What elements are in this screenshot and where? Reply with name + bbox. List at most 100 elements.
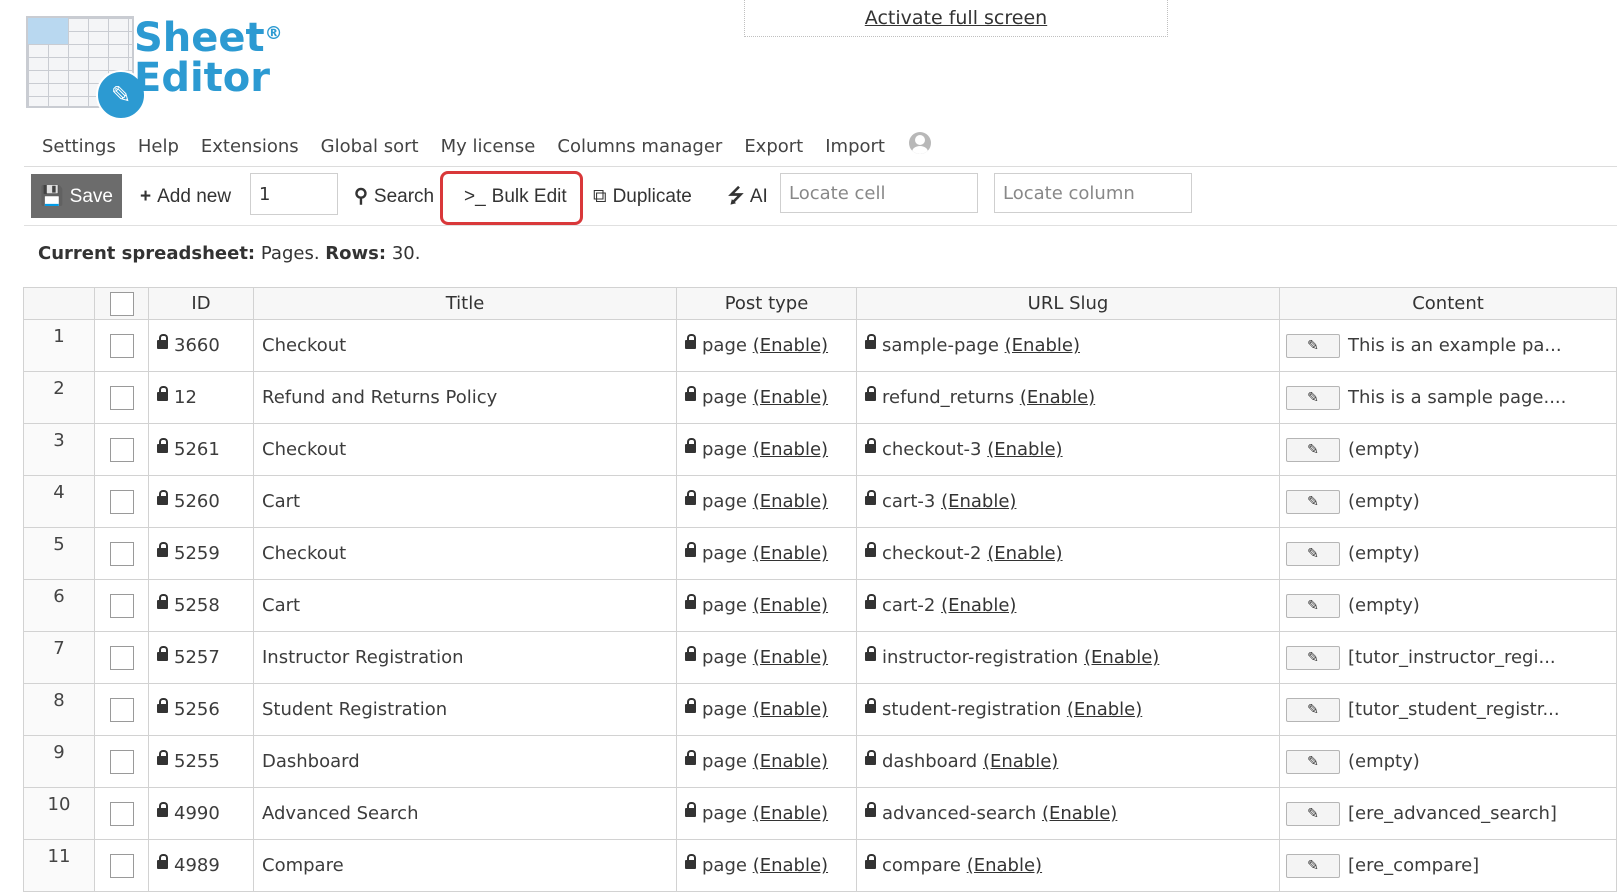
row-checkbox[interactable] xyxy=(109,385,134,410)
title-cell[interactable]: Instructor Registration xyxy=(253,631,677,684)
content-cell[interactable]: ✎ (empty) xyxy=(1279,423,1617,476)
edit-content-button[interactable]: ✎ xyxy=(1286,541,1340,566)
content-cell[interactable]: ✎ [ere_compare] xyxy=(1279,839,1617,892)
post-type-cell[interactable]: page (Enable) xyxy=(676,735,857,788)
content-cell[interactable]: ✎ (empty) xyxy=(1279,579,1617,632)
row-checkbox[interactable] xyxy=(109,489,134,514)
enable-link[interactable]: (Enable) xyxy=(941,491,1016,512)
add-count-input[interactable] xyxy=(250,173,338,215)
id-cell[interactable]: 5261 xyxy=(148,423,254,476)
enable-link[interactable]: (Enable) xyxy=(1020,387,1095,408)
enable-link[interactable]: (Enable) xyxy=(753,335,828,356)
header-id[interactable]: ID xyxy=(148,287,254,320)
title-cell[interactable]: Checkout xyxy=(253,527,677,580)
enable-link[interactable]: (Enable) xyxy=(941,595,1016,616)
id-cell[interactable]: 5259 xyxy=(148,527,254,580)
post-type-cell[interactable]: page (Enable) xyxy=(676,683,857,736)
enable-link[interactable]: (Enable) xyxy=(753,595,828,616)
title-cell[interactable]: Refund and Returns Policy xyxy=(253,371,677,424)
url-slug-cell[interactable]: dashboard (Enable) xyxy=(856,735,1280,788)
edit-content-button[interactable]: ✎ xyxy=(1286,333,1340,358)
edit-content-button[interactable]: ✎ xyxy=(1286,437,1340,462)
title-cell[interactable]: Checkout xyxy=(253,423,677,476)
content-cell[interactable]: ✎ [tutor_student_registr... xyxy=(1279,683,1617,736)
url-slug-cell[interactable]: cart-3 (Enable) xyxy=(856,475,1280,528)
url-slug-cell[interactable]: instructor-registration (Enable) xyxy=(856,631,1280,684)
menu-export[interactable]: Export xyxy=(744,136,803,157)
id-cell[interactable]: 4990 xyxy=(148,787,254,840)
title-cell[interactable]: Checkout xyxy=(253,319,677,372)
content-cell[interactable]: ✎ [tutor_instructor_regi... xyxy=(1279,631,1617,684)
url-slug-cell[interactable]: sample-page (Enable) xyxy=(856,319,1280,372)
enable-link[interactable]: (Enable) xyxy=(983,751,1058,772)
id-cell[interactable]: 5257 xyxy=(148,631,254,684)
content-cell[interactable]: ✎ This is an example pa... xyxy=(1279,319,1617,372)
header-title[interactable]: Title xyxy=(253,287,677,320)
enable-link[interactable]: (Enable) xyxy=(1005,335,1080,356)
title-cell[interactable]: Compare xyxy=(253,839,677,892)
id-cell[interactable]: 5260 xyxy=(148,475,254,528)
enable-link[interactable]: (Enable) xyxy=(987,439,1062,460)
edit-content-button[interactable]: ✎ xyxy=(1286,749,1340,774)
post-type-cell[interactable]: page (Enable) xyxy=(676,631,857,684)
post-type-cell[interactable]: page (Enable) xyxy=(676,527,857,580)
activate-fullscreen-link[interactable]: Activate full screen xyxy=(865,7,1047,29)
duplicate-button[interactable]: ⧉ Duplicate xyxy=(587,174,698,218)
menu-my-license[interactable]: My license xyxy=(441,136,536,157)
user-avatar-icon[interactable] xyxy=(908,132,931,154)
menu-extensions[interactable]: Extensions xyxy=(201,136,299,157)
content-cell[interactable]: ✎ (empty) xyxy=(1279,735,1617,788)
content-cell[interactable]: ✎ (empty) xyxy=(1279,475,1617,528)
enable-link[interactable]: (Enable) xyxy=(987,543,1062,564)
header-post-type[interactable]: Post type xyxy=(676,287,857,320)
enable-link[interactable]: (Enable) xyxy=(753,543,828,564)
enable-link[interactable]: (Enable) xyxy=(1067,699,1142,720)
enable-link[interactable]: (Enable) xyxy=(753,699,828,720)
title-cell[interactable]: Dashboard xyxy=(253,735,677,788)
id-cell[interactable]: 3660 xyxy=(148,319,254,372)
enable-link[interactable]: (Enable) xyxy=(1084,647,1159,668)
select-all-checkbox[interactable] xyxy=(109,291,134,316)
id-cell[interactable]: 12 xyxy=(148,371,254,424)
row-checkbox[interactable] xyxy=(109,437,134,462)
post-type-cell[interactable]: page (Enable) xyxy=(676,579,857,632)
row-checkbox[interactable] xyxy=(109,645,134,670)
title-cell[interactable]: Student Registration xyxy=(253,683,677,736)
edit-content-button[interactable]: ✎ xyxy=(1286,801,1340,826)
post-type-cell[interactable]: page (Enable) xyxy=(676,787,857,840)
enable-link[interactable]: (Enable) xyxy=(753,439,828,460)
menu-settings[interactable]: Settings xyxy=(42,136,116,157)
url-slug-cell[interactable]: checkout-2 (Enable) xyxy=(856,527,1280,580)
row-checkbox[interactable] xyxy=(109,333,134,358)
post-type-cell[interactable]: page (Enable) xyxy=(676,319,857,372)
url-slug-cell[interactable]: compare (Enable) xyxy=(856,839,1280,892)
enable-link[interactable]: (Enable) xyxy=(753,387,828,408)
edit-content-button[interactable]: ✎ xyxy=(1286,593,1340,618)
content-cell[interactable]: ✎ This is a sample page.... xyxy=(1279,371,1617,424)
menu-import[interactable]: Import xyxy=(825,136,885,157)
enable-link[interactable]: (Enable) xyxy=(1042,803,1117,824)
title-cell[interactable]: Cart xyxy=(253,579,677,632)
edit-content-button[interactable]: ✎ xyxy=(1286,385,1340,410)
url-slug-cell[interactable]: student-registration (Enable) xyxy=(856,683,1280,736)
menu-global-sort[interactable]: Global sort xyxy=(321,136,419,157)
title-cell[interactable]: Cart xyxy=(253,475,677,528)
enable-link[interactable]: (Enable) xyxy=(967,855,1042,876)
enable-link[interactable]: (Enable) xyxy=(753,647,828,668)
header-url-slug[interactable]: URL Slug xyxy=(856,287,1280,320)
menu-columns-manager[interactable]: Columns manager xyxy=(557,136,722,157)
edit-content-button[interactable]: ✎ xyxy=(1286,489,1340,514)
post-type-cell[interactable]: page (Enable) xyxy=(676,371,857,424)
row-checkbox[interactable] xyxy=(109,541,134,566)
id-cell[interactable]: 5256 xyxy=(148,683,254,736)
locate-cell-input[interactable]: Locate cell xyxy=(780,173,978,213)
search-button[interactable]: ⚲ Search xyxy=(348,174,440,218)
row-checkbox[interactable] xyxy=(109,697,134,722)
title-cell[interactable]: Advanced Search xyxy=(253,787,677,840)
ai-button[interactable]: ⭍ AI xyxy=(722,174,774,218)
locate-column-input[interactable]: Locate column xyxy=(994,173,1192,213)
add-new-button[interactable]: + Add new xyxy=(134,174,237,218)
url-slug-cell[interactable]: cart-2 (Enable) xyxy=(856,579,1280,632)
row-checkbox[interactable] xyxy=(109,749,134,774)
edit-content-button[interactable]: ✎ xyxy=(1286,853,1340,878)
